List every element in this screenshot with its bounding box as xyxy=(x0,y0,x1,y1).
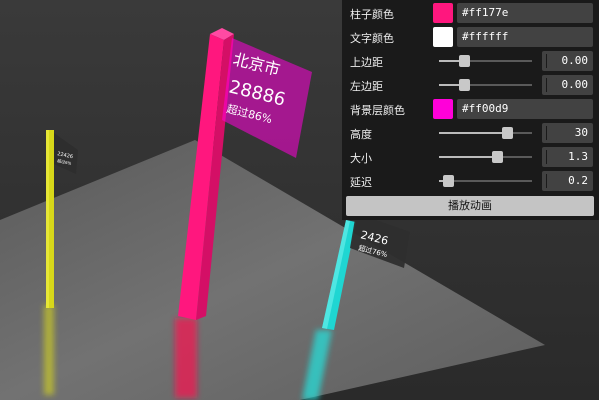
yellow-bar-reflection xyxy=(44,305,54,395)
left-margin-label: 左边距 xyxy=(350,80,383,93)
height-input[interactable]: 30 xyxy=(542,123,593,143)
size-slider-knob[interactable] xyxy=(491,151,503,163)
top-margin-slider[interactable] xyxy=(439,55,532,67)
size-input[interactable]: 1.3 xyxy=(542,147,593,167)
left-margin-slider-knob[interactable] xyxy=(459,79,471,91)
yellow-bar-highlight xyxy=(46,130,49,308)
size-slider-fill xyxy=(439,156,497,158)
delay-input[interactable]: 0.2 xyxy=(542,171,593,191)
size-slider[interactable] xyxy=(439,151,532,163)
row-top-margin: 上边距 0.00 xyxy=(342,49,599,73)
row-text-color: 文字颜色 #ffffff xyxy=(342,25,599,49)
top-margin-slider-knob[interactable] xyxy=(459,55,471,67)
top-margin-label: 上边距 xyxy=(350,56,383,69)
control-panel: 柱子颜色 #ff177e 文字颜色 #ffffff 上边距 0.00 左边距 0… xyxy=(342,0,599,220)
top-margin-input[interactable]: 0.00 xyxy=(542,51,593,71)
play-animation-button[interactable]: 播放动画 xyxy=(346,196,594,216)
bg-color-input[interactable]: #ff00d9 xyxy=(457,99,593,119)
delay-slider-knob[interactable] xyxy=(443,175,455,187)
size-label: 大小 xyxy=(350,152,372,165)
text-color-swatch[interactable] xyxy=(433,27,453,47)
height-label: 高度 xyxy=(350,128,372,141)
height-slider-fill xyxy=(439,132,507,134)
row-height: 高度 30 xyxy=(342,121,599,145)
row-bg-color: 背景层颜色 #ff00d9 xyxy=(342,97,599,121)
delay-slider[interactable] xyxy=(439,175,532,187)
bar-color-label: 柱子颜色 xyxy=(350,8,394,21)
bar-color-swatch[interactable] xyxy=(433,3,453,23)
text-color-input[interactable]: #ffffff xyxy=(457,27,593,47)
main-bar-reflection xyxy=(175,318,197,398)
text-color-label: 文字颜色 xyxy=(350,32,394,45)
bg-color-swatch[interactable] xyxy=(433,99,453,119)
row-delay: 延迟 0.2 xyxy=(342,169,599,193)
row-bar-color: 柱子颜色 #ff177e xyxy=(342,1,599,25)
height-slider[interactable] xyxy=(439,127,532,139)
bg-color-label: 背景层颜色 xyxy=(350,104,405,117)
left-margin-input[interactable]: 0.00 xyxy=(542,75,593,95)
bar-color-input[interactable]: #ff177e xyxy=(457,3,593,23)
row-size: 大小 1.3 xyxy=(342,145,599,169)
left-margin-slider[interactable] xyxy=(439,79,532,91)
row-left-margin: 左边距 0.00 xyxy=(342,73,599,97)
height-slider-knob[interactable] xyxy=(501,127,513,139)
delay-label: 延迟 xyxy=(350,176,372,189)
